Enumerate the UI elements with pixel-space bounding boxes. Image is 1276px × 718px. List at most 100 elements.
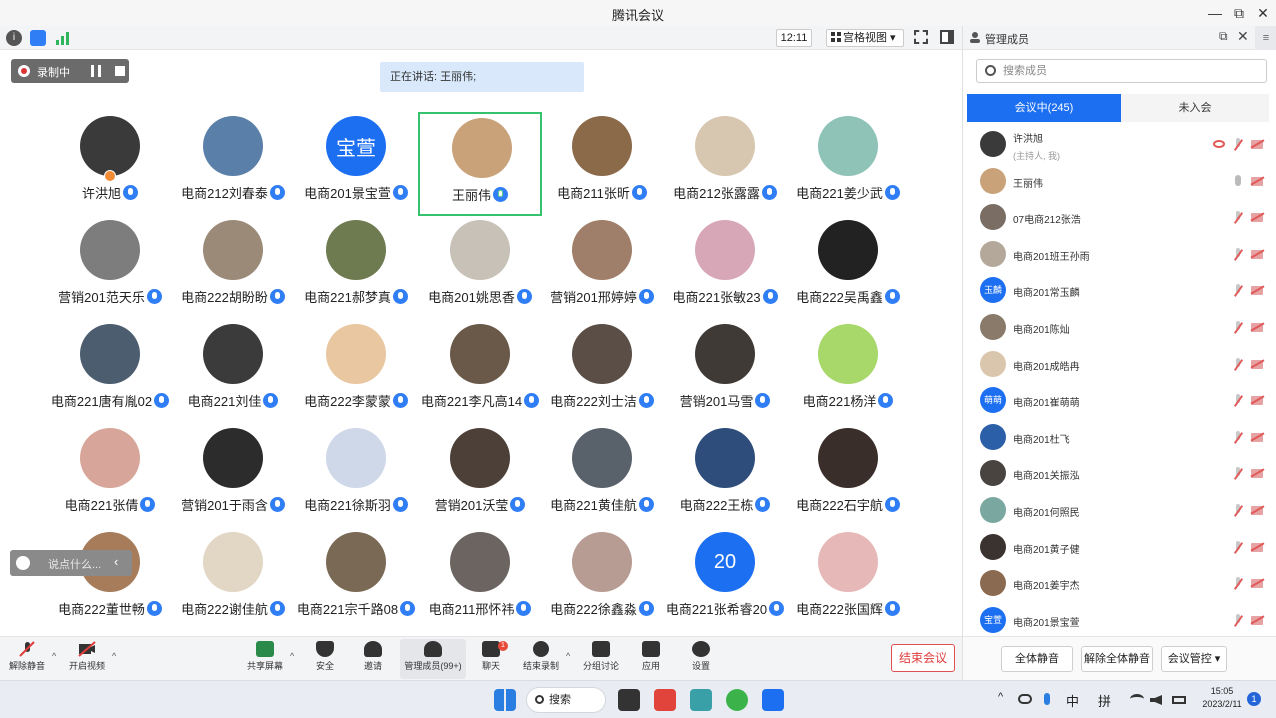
member-row[interactable]: 许洪旭 (主持人, 我) bbox=[963, 127, 1276, 163]
tab-not-joined[interactable]: 未入会 bbox=[1121, 94, 1269, 122]
member-row[interactable]: 宝萱 电商201景宝萱 bbox=[963, 603, 1276, 635]
unmute-button[interactable]: 解除静音 bbox=[0, 639, 58, 679]
search-icon bbox=[985, 65, 996, 76]
camera-off-icon[interactable] bbox=[1251, 542, 1263, 552]
stop-icon[interactable] bbox=[115, 66, 125, 76]
emoji-icon[interactable] bbox=[16, 556, 30, 570]
tray-chevron-icon[interactable]: ^ bbox=[998, 691, 1003, 703]
settings-button[interactable]: 设置 bbox=[666, 639, 736, 679]
mic-muted-icon[interactable] bbox=[1233, 577, 1243, 591]
mic-muted-icon[interactable] bbox=[1233, 394, 1243, 408]
close-panel-icon[interactable]: ✕ bbox=[1237, 28, 1249, 45]
mic-icon[interactable] bbox=[1235, 174, 1241, 186]
member-row[interactable]: 萌萌 电商201崔萌萌 bbox=[963, 383, 1276, 419]
camera-off-icon[interactable] bbox=[1251, 323, 1263, 332]
camera-off-icon[interactable] bbox=[1251, 249, 1263, 259]
panel-menu-icon[interactable]: ≡ bbox=[1255, 26, 1276, 50]
microphone-icon[interactable] bbox=[1044, 693, 1050, 705]
participant-tile[interactable]: 电商221姜少武 bbox=[786, 112, 910, 216]
member-row[interactable]: 07电商212张浩 bbox=[963, 200, 1276, 236]
mic-muted-icon[interactable] bbox=[1233, 247, 1243, 262]
chat-float-input[interactable]: 说点什么... ‹ bbox=[10, 550, 132, 576]
mic-muted-icon[interactable] bbox=[1233, 321, 1243, 335]
member-row[interactable]: 电商201杜飞 bbox=[963, 420, 1276, 456]
shield-icon[interactable] bbox=[30, 30, 46, 46]
participant-tile[interactable]: 电商222石宇航 bbox=[786, 424, 910, 528]
view-mode-dropdown[interactable]: 宫格视图 ▾ bbox=[826, 29, 904, 47]
member-row[interactable]: 电商201黄子健 bbox=[963, 530, 1276, 566]
mic-muted-icon[interactable] bbox=[1233, 357, 1243, 372]
mute-all-button[interactable]: 全体静音 bbox=[1001, 646, 1073, 672]
cloud-icon[interactable] bbox=[1018, 694, 1032, 704]
mic-muted-icon[interactable] bbox=[1233, 430, 1243, 445]
windows-start-icon[interactable] bbox=[494, 689, 516, 711]
recording-indicator[interactable]: 录制中 bbox=[11, 59, 129, 83]
member-row[interactable]: 电商201成皓冉 bbox=[963, 347, 1276, 383]
member-row[interactable]: 电商201何照民 bbox=[963, 493, 1276, 529]
sidebar-toggle-icon[interactable] bbox=[940, 30, 954, 44]
eye-icon[interactable] bbox=[1213, 140, 1225, 148]
participant-tile[interactable]: 电商221杨洋 bbox=[786, 320, 910, 424]
invite-button[interactable]: 邀请 bbox=[338, 639, 408, 679]
member-row[interactable]: 电商201陈灿 bbox=[963, 310, 1276, 346]
member-search-input[interactable]: 搜索成员 bbox=[976, 59, 1267, 83]
start-video-label: 开启视频 bbox=[68, 661, 105, 671]
notification-badge[interactable]: 1 bbox=[1247, 692, 1261, 706]
participant-tile[interactable]: 电商222吴禹鑫 bbox=[786, 216, 910, 320]
camera-off-icon[interactable] bbox=[1251, 396, 1263, 406]
member-list: 许洪旭 (主持人, 我) 王丽伟 07电商212张浩 电商201班王孙雨 玉麟 电商201常… bbox=[963, 123, 1276, 635]
end-meeting-button[interactable]: 结束会议 bbox=[891, 644, 955, 672]
member-row[interactable]: 电商201班王孙雨 bbox=[963, 237, 1276, 273]
mic-muted-icon[interactable] bbox=[1233, 284, 1243, 298]
wifi-icon[interactable] bbox=[1130, 694, 1144, 704]
ime-mode[interactable]: 中 bbox=[1066, 691, 1079, 710]
mic-muted-icon[interactable] bbox=[1233, 540, 1243, 555]
minimize-button[interactable]: — bbox=[1204, 3, 1226, 23]
wps-icon[interactable] bbox=[654, 689, 676, 711]
pause-icon[interactable] bbox=[91, 65, 101, 77]
task-view-icon[interactable] bbox=[618, 689, 640, 711]
camera-off-icon[interactable] bbox=[1251, 579, 1263, 589]
unmute-all-button[interactable]: 解除全体静音 bbox=[1081, 646, 1153, 672]
mic-muted-icon[interactable] bbox=[1233, 211, 1243, 225]
info-icon[interactable]: i bbox=[6, 30, 22, 46]
tab-in-meeting[interactable]: 会议中(245) bbox=[967, 94, 1121, 122]
camera-off-icon[interactable] bbox=[1251, 213, 1263, 223]
mic-muted-icon[interactable] bbox=[1233, 467, 1243, 481]
battery-icon[interactable] bbox=[1172, 696, 1186, 704]
meeting-control-dropdown[interactable]: 会议管控 ▾ bbox=[1161, 646, 1227, 672]
participant-name: 营销201沃莹 bbox=[434, 498, 509, 513]
camera-off-icon[interactable] bbox=[1251, 140, 1263, 149]
mic-muted-icon[interactable] bbox=[1233, 138, 1243, 152]
camera-off-icon[interactable] bbox=[1251, 469, 1263, 479]
member-avatar bbox=[980, 423, 1006, 450]
mic-muted-icon[interactable] bbox=[1233, 613, 1243, 628]
ime-layout[interactable]: 拼 bbox=[1098, 691, 1111, 710]
speaker-icon[interactable] bbox=[1150, 695, 1162, 705]
app-icon[interactable] bbox=[690, 689, 712, 711]
participant-tile[interactable]: 电商222张国辉 bbox=[786, 528, 910, 632]
wechat-icon[interactable] bbox=[726, 689, 748, 711]
camera-off-icon[interactable] bbox=[1251, 359, 1263, 369]
pop-out-icon[interactable]: ⧉ bbox=[1219, 29, 1228, 44]
member-row[interactable]: 电商201姜宇杰 bbox=[963, 566, 1276, 602]
collapse-chat-icon[interactable]: ‹ bbox=[114, 554, 118, 569]
restore-button[interactable]: ⧉ bbox=[1228, 3, 1250, 23]
member-row[interactable]: 玉麟 电商201常玉麟 bbox=[963, 273, 1276, 309]
signal-icon[interactable] bbox=[55, 30, 71, 46]
video-options-caret[interactable]: ^ bbox=[112, 651, 116, 661]
member-row[interactable]: 电商201关振泓 bbox=[963, 456, 1276, 492]
camera-off-icon[interactable] bbox=[1251, 286, 1263, 296]
camera-off-icon[interactable] bbox=[1251, 176, 1263, 186]
system-clock[interactable]: 15:05 2023/2/11 bbox=[1196, 685, 1248, 711]
fullscreen-icon[interactable] bbox=[914, 30, 928, 44]
start-video-button[interactable]: 开启视频 bbox=[56, 639, 118, 679]
camera-off-icon[interactable] bbox=[1251, 506, 1263, 515]
mic-muted-icon[interactable] bbox=[1233, 504, 1243, 518]
camera-off-icon[interactable] bbox=[1251, 615, 1263, 625]
close-button[interactable]: ✕ bbox=[1252, 3, 1274, 23]
camera-off-icon[interactable] bbox=[1251, 432, 1263, 442]
taskbar-search[interactable]: 搜索 bbox=[526, 687, 606, 713]
tencent-meeting-icon[interactable] bbox=[762, 689, 784, 711]
member-row[interactable]: 王丽伟 bbox=[963, 164, 1276, 200]
